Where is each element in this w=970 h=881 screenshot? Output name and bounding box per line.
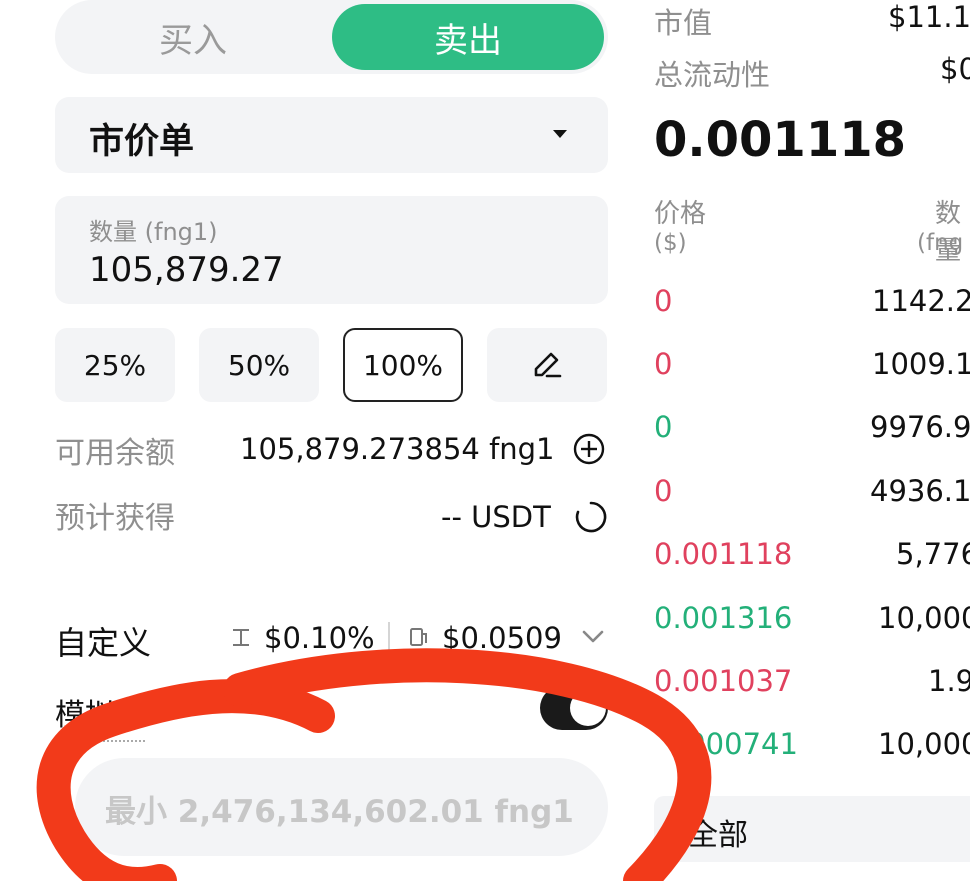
quantity-value[interactable]: 105,879.27 (89, 250, 284, 290)
quantity-input[interactable]: 数量 (fng1) 105,879.27 (55, 196, 608, 304)
orderbook-row-qty: 1.9 (928, 664, 970, 698)
orderbook-row-price[interactable]: 0 (654, 284, 672, 318)
min-receive-input[interactable]: 最小 2,476,134,602.01 fng1 (75, 758, 608, 856)
orderbook-row-qty: 1142.2 (872, 284, 970, 318)
percent-100-button[interactable]: 100% (343, 328, 463, 402)
available-label: 可用余额 (55, 436, 175, 471)
price-column-unit: ($) (654, 230, 687, 256)
buy-sell-tabs: 买入 卖出 (55, 0, 608, 74)
orderbook-row-qty: 10,000 (878, 727, 970, 761)
qty-column-unit: (fng (917, 230, 964, 256)
orderbook-row-price[interactable]: .000741 (678, 727, 798, 761)
market-cap-label: 市值 (654, 6, 713, 40)
add-circle-icon[interactable] (572, 432, 606, 466)
estimate-label: 预计获得 (55, 501, 175, 536)
order-type-label: 市价单 (89, 122, 195, 162)
orderbook-row-qty: 10,000 (878, 601, 970, 635)
edit-button[interactable] (487, 328, 607, 402)
orderbook-row-qty: 5,776 (896, 537, 970, 571)
orderbook-row-price[interactable]: 0.001316 (654, 601, 792, 635)
pencil-icon (534, 352, 562, 378)
filter-label: 全部 (688, 818, 748, 853)
simulate-toggle[interactable] (540, 686, 608, 730)
orderbook-row-qty: 9976.9 (870, 410, 970, 444)
liquidity-label: 总流动性 (654, 58, 771, 92)
simulate-label: 模拟检 (55, 690, 145, 742)
orderbook-row-price[interactable]: 0.001037 (654, 664, 792, 698)
current-price: 0.001118 (654, 112, 907, 168)
liquidity-value: $0 (940, 52, 970, 86)
caret-down-icon (553, 130, 567, 138)
custom-label: 自定义 (55, 624, 152, 662)
order-type-select[interactable]: 市价单 (55, 97, 608, 173)
divider (388, 622, 390, 650)
loading-spinner-icon (575, 501, 607, 533)
slippage-value: $0.10% (264, 621, 375, 655)
orderbook-filter-select[interactable]: 全部 (654, 796, 970, 862)
orderbook-row-qty: 1009.1 (872, 347, 970, 381)
orderbook-row-price[interactable]: 0 (654, 410, 672, 444)
market-cap-value: $11.1 (888, 0, 970, 34)
estimate-value: -- USDT (441, 500, 551, 534)
tab-buy[interactable]: 买入 (55, 0, 331, 74)
quantity-label: 数量 (fng1) (89, 218, 218, 246)
orderbook-row-price[interactable]: 0 (654, 474, 672, 508)
orderbook-row-qty: 4936.1 (870, 474, 970, 508)
gas-value: $0.0509 (442, 621, 562, 655)
slippage-icon (233, 629, 249, 646)
percent-50-button[interactable]: 50% (199, 328, 319, 402)
orderbook-row-price[interactable]: 0 (654, 347, 672, 381)
orderbook-row-price[interactable]: 0.001118 (654, 537, 792, 571)
toggle-knob (570, 690, 606, 726)
gas-icon (410, 628, 427, 646)
percent-25-button[interactable]: 25% (55, 328, 175, 402)
available-value: 105,879.273854 fng1 (240, 432, 555, 466)
tab-sell[interactable]: 卖出 (332, 4, 604, 70)
price-column-header: 价格 (654, 199, 707, 229)
min-receive-placeholder: 最小 2,476,134,602.01 fng1 (105, 794, 574, 830)
chevron-down-icon[interactable] (580, 628, 606, 646)
